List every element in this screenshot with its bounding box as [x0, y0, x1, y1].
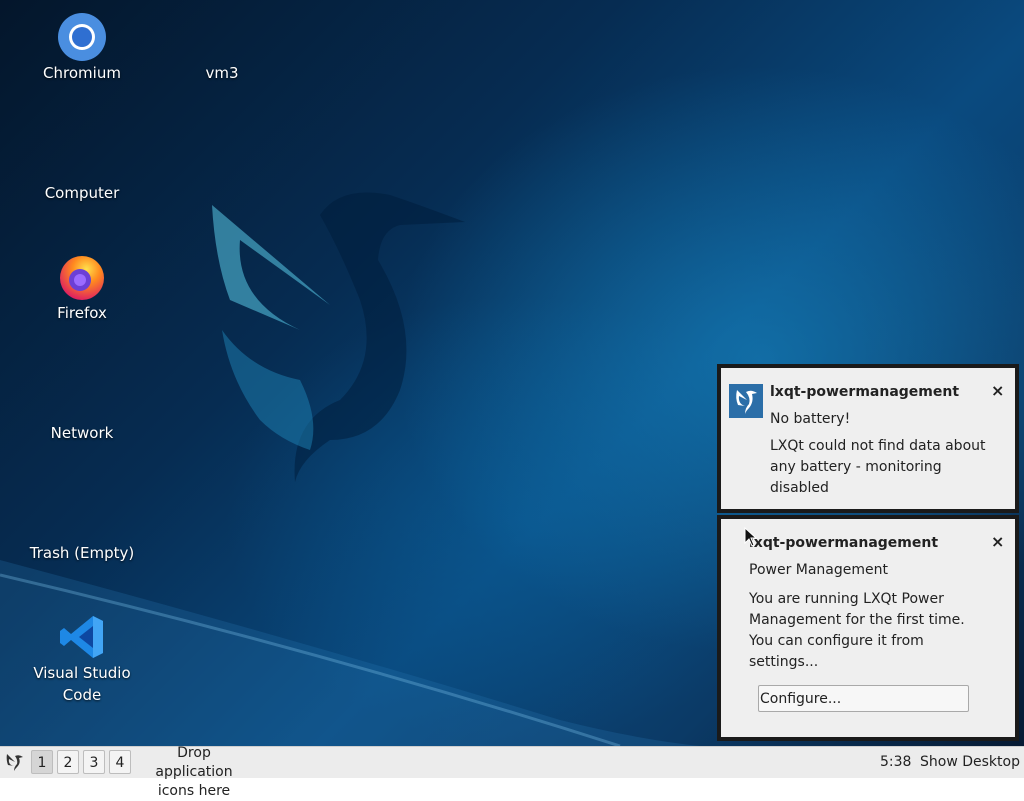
notification-body-line: You are running LXQt Power	[749, 591, 944, 607]
mouse-cursor-icon	[744, 527, 758, 547]
main-menu-icon[interactable]	[4, 751, 26, 773]
firefox-label: Firefox	[57, 304, 107, 322]
vm3-label: vm3	[205, 64, 239, 82]
vm3-desktop-icon[interactable]: vm3	[162, 62, 282, 84]
close-icon[interactable]: ×	[991, 381, 1004, 400]
notification-power-management[interactable]: lxqt-powermanagement × Power Management …	[717, 515, 1019, 741]
firefox-desktop-icon[interactable]: Firefox	[22, 252, 142, 324]
clock[interactable]: 5:38	[880, 754, 911, 770]
workspace-2-button[interactable]: 2	[57, 750, 79, 774]
close-icon[interactable]: ×	[991, 532, 1004, 551]
computer-label: Computer	[44, 184, 120, 202]
trash-label: Trash (Empty)	[29, 544, 135, 562]
notification-body-line: disabled	[770, 480, 829, 496]
notification-body-line: Management for the first time.	[749, 612, 965, 628]
chromium-label: Chromium	[43, 64, 121, 82]
notification-body: LXQt could not find data about any batte…	[770, 436, 986, 499]
notification-no-battery[interactable]: lxqt-powermanagement × No battery! LXQt …	[717, 364, 1019, 513]
notification-summary: Power Management	[749, 562, 889, 578]
notification-title: lxqt-powermanagement	[770, 384, 960, 400]
show-desktop-button[interactable]: Show Desktop	[920, 754, 1020, 770]
quicklaunch-drop-area[interactable]: Drop application icons here	[138, 744, 250, 801]
trash-desktop-icon[interactable]: Trash (Empty)	[22, 542, 142, 564]
vscode-label-line2: Code	[62, 686, 102, 704]
chromium-icon	[58, 13, 106, 61]
taskbar: 1 2 3 4 Drop application icons here 5:38…	[0, 745, 1024, 799]
notification-summary: No battery!	[770, 411, 851, 427]
vscode-icon	[60, 616, 103, 658]
drop-hint-line2: icons here	[157, 783, 231, 799]
workspace-1-button[interactable]: 1	[31, 750, 53, 774]
notification-body-line: any battery - monitoring	[770, 459, 942, 475]
notification-body-line: LXQt could not find data about	[770, 438, 986, 454]
notification-body-line: settings...	[749, 654, 819, 670]
network-desktop-icon[interactable]: Network	[22, 422, 142, 444]
chromium-desktop-icon[interactable]: Chromium	[22, 12, 142, 84]
desktop: Chromium vm3 Computer Firefox Network Tr…	[0, 0, 1024, 746]
notification-body-line: You can configure it from	[749, 633, 924, 649]
computer-desktop-icon[interactable]: Computer	[22, 182, 142, 204]
notification-title: lxqt-powermanagement	[749, 535, 939, 551]
drop-hint-line1: Drop application	[155, 745, 233, 780]
vscode-label-line1: Visual Studio	[33, 664, 131, 682]
vscode-desktop-icon[interactable]: Visual Studio Code	[22, 612, 142, 706]
lxqt-app-icon	[729, 384, 763, 418]
notification-body: You are running LXQt Power Management fo…	[749, 589, 965, 673]
configure-button[interactable]: Configure...	[758, 685, 969, 712]
workspace-3-button[interactable]: 3	[83, 750, 105, 774]
firefox-icon	[60, 256, 104, 300]
workspace-4-button[interactable]: 4	[109, 750, 131, 774]
network-label: Network	[50, 424, 114, 442]
